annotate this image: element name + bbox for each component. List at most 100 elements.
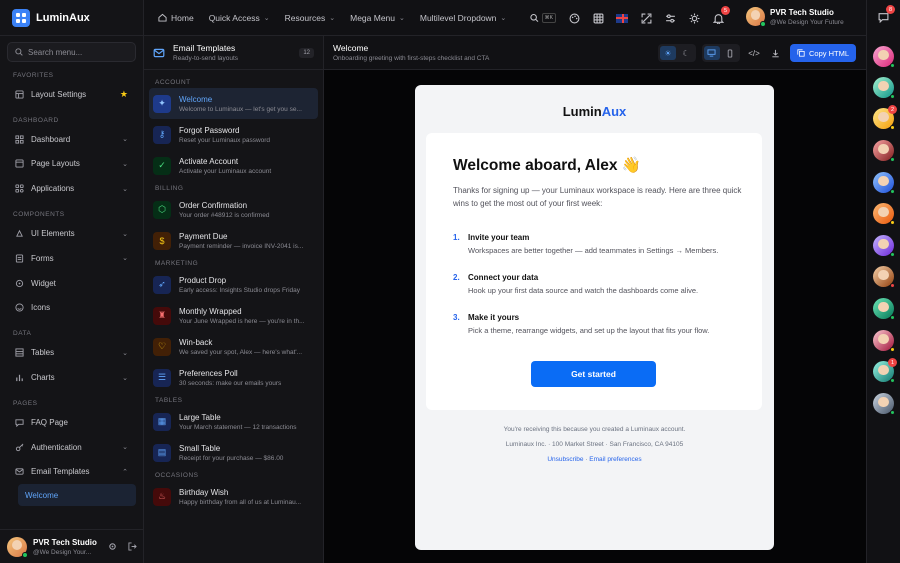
section-dashboard: DASHBOARD	[13, 116, 59, 124]
logout-icon[interactable]	[128, 542, 137, 551]
list-icon: ☰	[153, 368, 171, 387]
table-icon: ▦	[153, 412, 171, 431]
contact-avatar[interactable]	[873, 172, 895, 194]
download-icon[interactable]	[768, 45, 784, 61]
get-started-button[interactable]: Get started	[531, 361, 656, 387]
email-logo-part-b: Aux	[601, 104, 627, 119]
template-title: Win-back	[179, 337, 213, 347]
template-item-small-table[interactable]: ▤ Small Table Receipt for your purchase —…	[149, 437, 318, 468]
template-item-preferences-poll[interactable]: ☰ Preferences Poll 30 seconds: make our e…	[149, 362, 318, 393]
search-placeholder: Search menu...	[28, 47, 83, 57]
contact-avatar[interactable]	[873, 393, 895, 415]
sidebar-item-faq-page[interactable]: FAQ Page	[0, 410, 143, 435]
copy-icon	[797, 49, 805, 57]
customizer-button[interactable]	[664, 12, 676, 24]
palette-button[interactable]	[568, 12, 580, 24]
template-item-large-table[interactable]: ▦ Large Table Your March statement — 12 t…	[149, 406, 318, 437]
sliders-icon	[665, 13, 675, 23]
status-dot	[890, 220, 895, 225]
nav-quick-access[interactable]: Quick Access ⌄	[209, 13, 270, 23]
online-status-dot	[890, 63, 895, 68]
light-mode-sun-icon[interactable]: ☀	[659, 46, 676, 60]
contact-avatar[interactable]	[873, 266, 895, 288]
sidebar-item-widget[interactable]: Widget	[0, 271, 143, 296]
sidebar-item-charts[interactable]: Charts ⌄	[0, 365, 143, 390]
sidebar-item-forms[interactable]: Forms ⌄	[0, 246, 143, 271]
contact-avatar[interactable]: 2	[873, 105, 897, 130]
language-button[interactable]	[616, 12, 628, 24]
sidebar-item-page-layouts[interactable]: Page Layouts ⌄	[0, 152, 143, 177]
theme-toggle-button[interactable]	[688, 12, 700, 24]
sidebar-item-layout-settings[interactable]: Layout Settings ★	[0, 82, 143, 107]
nav-home[interactable]: Home	[158, 13, 194, 23]
template-item-activate-account[interactable]: ✓ Activate Account Activate your Luminaux…	[149, 150, 318, 181]
sidebar-profile[interactable]: PVR Tech Studio @We Design Your...	[0, 529, 144, 563]
apps-grid-button[interactable]	[592, 12, 604, 24]
template-item-birthday-wish[interactable]: ♨ Birthday Wish Happy birthday from all o…	[149, 481, 318, 512]
sidebar-item-label: UI Elements	[31, 229, 75, 239]
star-icon[interactable]: ★	[120, 89, 128, 100]
desktop-icon[interactable]	[703, 46, 720, 60]
package-icon: ⬡	[153, 200, 171, 219]
nav-resources[interactable]: Resources ⌄	[285, 13, 336, 23]
template-desc: Early access: Insights Studio drops Frid…	[179, 286, 301, 294]
online-status-dot	[760, 21, 766, 27]
sidebar-item-dashboard[interactable]: Dashboard ⌄	[0, 127, 143, 152]
sidebar-item-icons[interactable]: Icons	[0, 296, 143, 321]
template-title: Payment Due	[179, 231, 228, 241]
template-item-payment-due[interactable]: $ Payment Due Payment reminder — invoice …	[149, 225, 318, 256]
sidebar-item-applications[interactable]: Applications ⌄	[0, 176, 143, 201]
user-menu[interactable]: PVR Tech Studio @We Design Your Future	[746, 7, 844, 27]
unsubscribe-link[interactable]: Unsubscribe	[547, 456, 583, 463]
email-preferences-link[interactable]: Email preferences	[589, 456, 641, 463]
nav-mega-menu[interactable]: Mega Menu ⌄	[350, 13, 405, 23]
messages-button[interactable]: 8	[877, 5, 895, 23]
template-item-product-drop[interactable]: ➶ Product Drop Early access: Insights Stu…	[149, 269, 318, 300]
status-dot	[890, 125, 895, 130]
copy-html-button[interactable]: Copy HTML	[789, 44, 856, 62]
fullscreen-button[interactable]	[640, 12, 652, 24]
avatar	[746, 7, 766, 27]
nav-multilevel-dropdown[interactable]: Multilevel Dropdown ⌄	[420, 13, 506, 23]
template-item-win-back[interactable]: ♡ Win-back We saved your spot, Alex — her…	[149, 331, 318, 362]
sidebar-item-ui-elements[interactable]: UI Elements ⌄	[0, 221, 143, 246]
topbar-actions: ⌘K 5	[530, 0, 730, 36]
template-item-monthly-wrapped[interactable]: ♜ Monthly Wrapped Your June Wrapped is he…	[149, 300, 318, 331]
chevron-down-icon: ⌄	[122, 230, 128, 238]
mobile-icon[interactable]	[722, 46, 738, 60]
contacts-rail: 8 2 1	[866, 0, 900, 563]
contact-avatar[interactable]	[873, 77, 895, 99]
section-pages: PAGES	[13, 399, 38, 407]
step-number: 2.	[453, 273, 460, 282]
gear-icon[interactable]	[108, 542, 117, 551]
search-button[interactable]: ⌘K	[530, 12, 556, 24]
notifications-button[interactable]: 5	[712, 6, 730, 24]
template-item-order-confirmation[interactable]: ⬡ Order Confirmation Your order #48912 is…	[149, 194, 318, 225]
contact-avatar[interactable]	[873, 46, 895, 68]
contact-avatar[interactable]: 1	[873, 358, 897, 383]
dark-mode-moon-icon[interactable]: ☾	[678, 46, 694, 60]
contact-avatar[interactable]	[873, 330, 895, 352]
email-card: Welcome aboard, Alex 👋 Thanks for signin…	[426, 133, 762, 410]
sidebar-item-email-templates[interactable]: Email Templates ⌃	[0, 460, 143, 485]
search-input[interactable]: Search menu...	[7, 42, 136, 62]
contact-avatar[interactable]	[873, 235, 895, 257]
contact-avatar[interactable]	[873, 298, 895, 320]
code-icon[interactable]: </>	[746, 45, 762, 61]
online-status-dot	[890, 315, 895, 320]
contact-avatar[interactable]	[873, 140, 895, 162]
brand[interactable]: LuminAux	[0, 0, 143, 36]
template-item-forgot-password[interactable]: ⚷ Forgot Password Reset your Luminaux pas…	[149, 119, 318, 150]
messages-count-badge: 8	[886, 5, 895, 14]
email-intro: Thanks for signing up — your Luminaux wo…	[453, 186, 742, 208]
nav-label: Resources	[284, 12, 326, 23]
sidebar-item-welcome[interactable]: Welcome	[18, 484, 136, 507]
template-title: Product Drop	[179, 275, 227, 285]
palette-icon	[569, 13, 579, 23]
template-item-welcome[interactable]: ✦ Welcome Welcome to Luminaux — let's get…	[149, 88, 318, 119]
contact-avatar[interactable]	[873, 203, 895, 225]
copy-html-label: Copy HTML	[808, 48, 849, 58]
sidebar-item-tables[interactable]: Tables ⌄	[0, 340, 143, 365]
email-footer-address: Luminaux Inc. · 100 Market Street · San …	[505, 441, 684, 448]
sidebar-item-authentication[interactable]: Authentication ⌄	[0, 435, 143, 460]
